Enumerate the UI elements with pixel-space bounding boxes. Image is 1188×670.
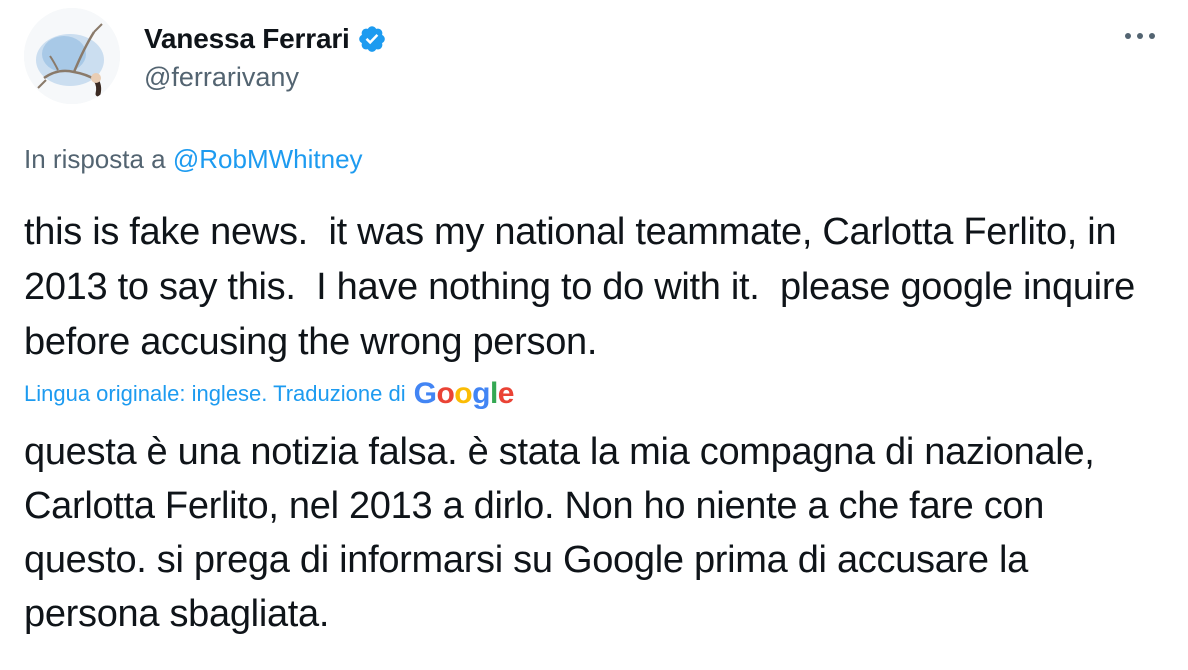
avatar[interactable] [24, 8, 120, 104]
display-name[interactable]: Vanessa Ferrari [144, 23, 350, 55]
more-options-icon[interactable] [1116, 18, 1164, 54]
reply-to-link[interactable]: @RobMWhitney [173, 144, 363, 174]
translation-note-text[interactable]: Lingua originale: inglese. Traduzione di [24, 381, 406, 407]
verified-badge-icon [357, 24, 387, 54]
author-handle[interactable]: @ferrarivany [144, 62, 299, 93]
reply-context: In risposta a @RobMWhitney [24, 144, 363, 175]
translation-note[interactable]: Lingua originale: inglese. Traduzione di… [24, 374, 514, 414]
translated-text: questa è una notizia falsa. è stata la m… [24, 431, 1095, 635]
reply-prefix: In risposta a [24, 144, 173, 174]
tweet: Vanessa Ferrari @ferrarivany In risposta… [0, 0, 1188, 670]
google-logo: Google [413, 377, 515, 410]
tweet-text: this is fake news. it was my national te… [24, 211, 1146, 363]
author-name-row[interactable]: Vanessa Ferrari [144, 19, 387, 59]
avatar-image [24, 8, 120, 104]
